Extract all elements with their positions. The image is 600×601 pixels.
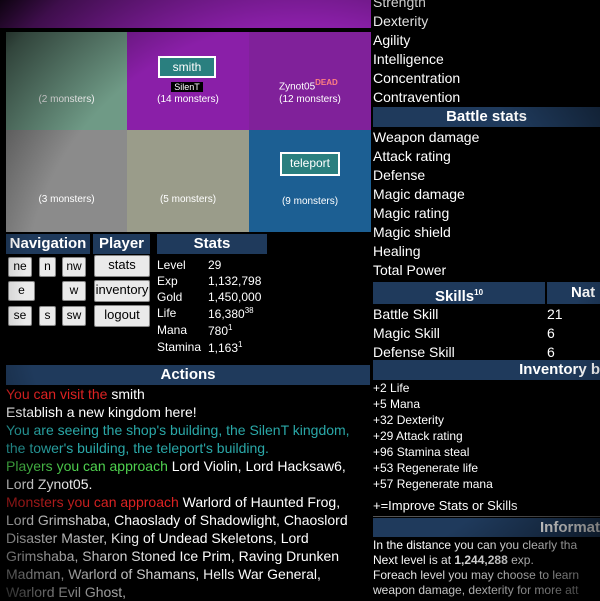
map-cell-6[interactable]: teleport (9 monsters) xyxy=(249,130,371,232)
stats-header: Stats xyxy=(157,234,267,254)
battle-stats-list: Weapon damage Attack rating Defense Magi… xyxy=(373,128,479,280)
nav-sw-button[interactable]: sw xyxy=(62,306,86,326)
monster-count: (3 monsters) xyxy=(38,194,95,205)
inv-bonus-life: +2 Life xyxy=(373,381,410,395)
battle-magic-rating: Magic rating xyxy=(373,205,450,221)
attr-contravention: Contravention xyxy=(373,89,461,105)
players-line: Players you can approach Lord Violin, Lo… xyxy=(6,458,346,492)
inv-bonus-dexterity: +32 Dexterity xyxy=(373,413,445,427)
monster-count: (9 monsters) xyxy=(281,196,339,207)
inv-bonus-regen-life: +53 Regenerate life xyxy=(373,461,479,475)
smith-button[interactable]: smith xyxy=(158,56,216,78)
nav-e-button[interactable]: e xyxy=(8,281,35,301)
monster-count: (2 monsters) xyxy=(38,94,95,105)
nav-ne-button[interactable]: ne xyxy=(8,257,32,277)
dead-status: DEAD xyxy=(315,78,338,87)
nav-se-button[interactable]: se xyxy=(8,306,32,326)
map-cell-4[interactable]: (3 monsters) xyxy=(6,130,127,232)
battle-healing: Healing xyxy=(373,243,421,259)
map-grid: (2 monsters) smith SilenT (14 monsters) … xyxy=(0,0,371,232)
nav-s-button[interactable]: s xyxy=(39,306,56,326)
information-header: Informat xyxy=(373,518,600,537)
improve-hint: +=Improve Stats or Skills xyxy=(373,498,518,513)
divider xyxy=(373,516,600,517)
visit-smith-link[interactable]: smith xyxy=(111,386,144,402)
player-header: Player xyxy=(93,234,150,254)
skills-nat-header: Nat xyxy=(547,282,600,304)
attr-concentration: Concentration xyxy=(373,70,461,86)
inventory-header: Inventory b xyxy=(373,360,600,380)
skill-row-magic: Magic Skill 6 xyxy=(373,325,555,341)
player-name: Zynot05 xyxy=(279,81,316,93)
map-cell-5[interactable]: (5 monsters) xyxy=(127,130,249,232)
actions-header: Actions xyxy=(6,365,370,385)
inv-bonus-attack-rating: +29 Attack rating xyxy=(373,429,463,443)
attr-strength: Strength xyxy=(373,0,426,10)
player-silent-label[interactable]: SilenT xyxy=(171,82,203,92)
map-cell-2[interactable]: smith SilenT (14 monsters) xyxy=(127,32,249,130)
stats-button[interactable]: stats xyxy=(94,255,150,277)
monsters-line: Monsters you can approach Warlord of Hau… xyxy=(6,494,348,600)
battle-magic-shield: Magic shield xyxy=(373,224,451,240)
teleport-button[interactable]: teleport xyxy=(280,152,340,176)
inv-bonus-stamina-steal: +96 Stamina steal xyxy=(373,445,470,459)
player-zynot-label[interactable]: Zynot05DEAD xyxy=(279,78,338,92)
attr-agility: Agility xyxy=(373,32,411,48)
inv-bonus-mana: +5 Mana xyxy=(373,397,421,411)
attr-intelligence: Intelligence xyxy=(373,51,444,67)
nav-nw-button[interactable]: nw xyxy=(62,257,86,277)
attr-dexterity: Dexterity xyxy=(373,13,429,29)
seeing-text: You are seeing the shop's building, the … xyxy=(6,422,350,456)
information-text: In the distance you can you clearly tha … xyxy=(373,538,580,597)
monster-count: (5 monsters) xyxy=(159,194,217,205)
battle-defense: Defense xyxy=(373,167,426,183)
battle-total-power: Total Power xyxy=(373,262,447,278)
inventory-button[interactable]: inventory xyxy=(94,280,150,302)
battle-attack-rating: Attack rating xyxy=(373,148,451,164)
navigation-header: Navigation xyxy=(6,234,90,254)
battle-magic-damage: Magic damage xyxy=(373,186,465,202)
map-cell-top-left[interactable] xyxy=(0,0,127,28)
battle-stats-header: Battle stats xyxy=(373,107,600,127)
monster-count: (14 monsters) xyxy=(157,94,219,105)
attributes-list: Strength Dexterity Agility Intelligence … xyxy=(373,0,460,107)
map-cell-top-right[interactable] xyxy=(249,0,371,28)
monster-count: (12 monsters) xyxy=(279,94,341,105)
skills-header: Skills10 xyxy=(373,282,545,305)
nav-w-button[interactable]: w xyxy=(62,281,86,301)
nav-n-button[interactable]: n xyxy=(39,257,56,277)
inv-bonus-regen-mana: +57 Regenerate mana xyxy=(373,477,493,491)
map-cell-1[interactable]: (2 monsters) xyxy=(6,32,127,130)
visit-line: You can visit the smith xyxy=(6,386,145,402)
actions-text: You can visit the smith Establish a new … xyxy=(6,385,371,601)
logout-button[interactable]: logout xyxy=(94,305,150,327)
battle-weapon-damage: Weapon damage xyxy=(373,129,480,145)
skill-row-battle: Battle Skill 21 xyxy=(373,306,563,322)
map-cell-3[interactable]: Zynot05DEAD (12 monsters) xyxy=(249,32,371,130)
map-cell-top-mid[interactable] xyxy=(127,0,249,28)
inventory-bonus-list: +2 Life +5 Mana +32 Dexterity +29 Attack… xyxy=(373,380,493,492)
kingdom-link[interactable]: Establish a new kingdom here! xyxy=(6,403,371,421)
